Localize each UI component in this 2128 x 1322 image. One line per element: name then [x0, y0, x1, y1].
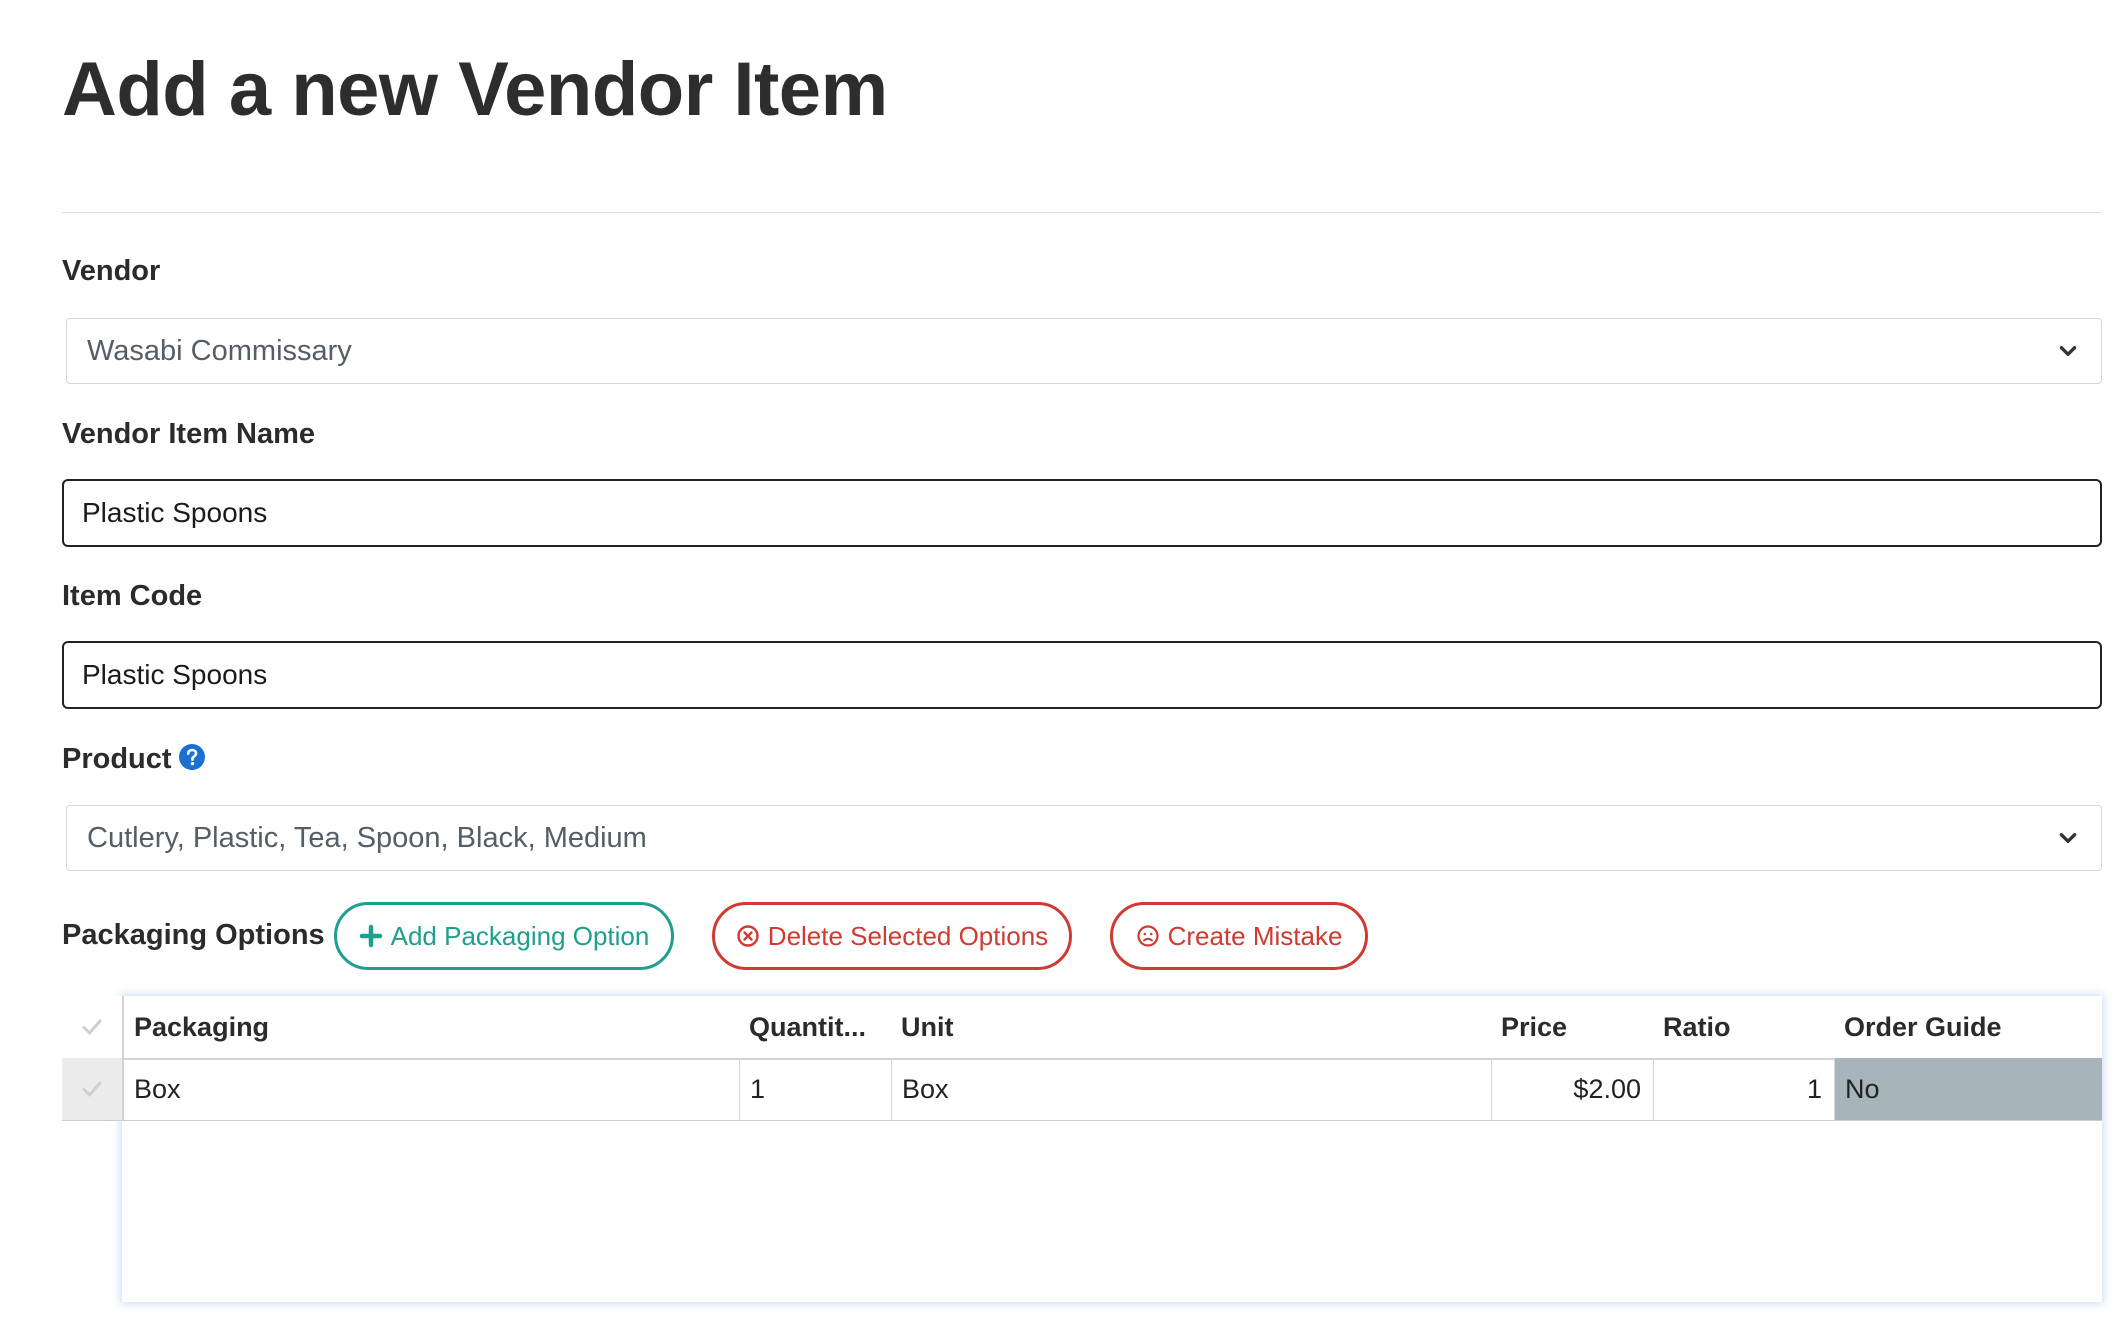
delete-selected-options-button[interactable]: Delete Selected Options	[712, 902, 1072, 970]
title-divider	[62, 212, 2102, 213]
column-header-order-guide[interactable]: Order Guide	[1834, 996, 2102, 1058]
grid-header-row: Packaging Quantit... Unit Price Ratio Or…	[62, 996, 2102, 1060]
vendor-item-page: Add a new Vendor Item Vendor Wasabi Comm…	[0, 0, 2128, 1322]
vendor-item-name-label: Vendor Item Name	[62, 418, 316, 450]
column-header-packaging[interactable]: Packaging	[122, 996, 739, 1058]
vendor-label: Vendor	[62, 255, 161, 287]
product-label: Product	[62, 743, 206, 776]
cell-unit[interactable]: Box	[891, 1058, 1491, 1120]
create-mistake-button[interactable]: Create Mistake	[1110, 902, 1368, 970]
cell-ratio[interactable]: 1	[1653, 1058, 1834, 1120]
page-title: Add a new Vendor Item	[62, 47, 888, 132]
cell-packaging[interactable]: Box	[122, 1058, 739, 1120]
select-all-checkbox[interactable]	[62, 996, 122, 1058]
plus-icon	[359, 924, 382, 948]
delete-selected-options-label: Delete Selected Options	[767, 920, 1049, 951]
row-select-checkbox[interactable]	[62, 1058, 122, 1120]
product-label-text: Product	[62, 743, 172, 775]
item-code-label: Item Code	[62, 580, 203, 612]
vendor-select[interactable]: Wasabi Commissary	[66, 318, 2102, 384]
column-header-quantity[interactable]: Quantit...	[739, 996, 891, 1058]
table-row[interactable]: Box 1 Box $2.00 1 No	[62, 1058, 2102, 1121]
product-select-value: Cutlery, Plastic, Tea, Spoon, Black, Med…	[87, 821, 647, 854]
create-mistake-label: Create Mistake	[1167, 920, 1343, 951]
column-header-unit[interactable]: Unit	[891, 996, 1491, 1058]
add-packaging-option-button[interactable]: Add Packaging Option	[334, 902, 674, 970]
cell-order-guide[interactable]: No	[1834, 1058, 2102, 1120]
vendor-select-value: Wasabi Commissary	[87, 334, 352, 367]
vendor-item-name-input[interactable]	[62, 479, 2102, 547]
column-header-price[interactable]: Price	[1491, 996, 1653, 1058]
frown-face-icon	[1136, 925, 1159, 947]
chevron-down-icon	[2059, 346, 2077, 356]
cell-quantity[interactable]: 1	[739, 1058, 891, 1120]
add-packaging-option-label: Add Packaging Option	[390, 920, 650, 951]
item-code-input[interactable]	[62, 641, 2102, 709]
column-header-ratio[interactable]: Ratio	[1653, 996, 1834, 1058]
product-select[interactable]: Cutlery, Plastic, Tea, Spoon, Black, Med…	[66, 805, 2102, 871]
chevron-down-icon	[2059, 833, 2077, 843]
check-icon	[82, 1081, 102, 1097]
close-circle-icon	[737, 925, 759, 947]
question-circle-icon[interactable]	[178, 743, 206, 771]
check-icon	[82, 1019, 102, 1035]
packaging-options-label: Packaging Options	[62, 919, 325, 951]
packaging-grid: Packaging Quantit... Unit Price Ratio Or…	[62, 996, 2102, 1302]
cell-price[interactable]: $2.00	[1491, 1058, 1653, 1120]
